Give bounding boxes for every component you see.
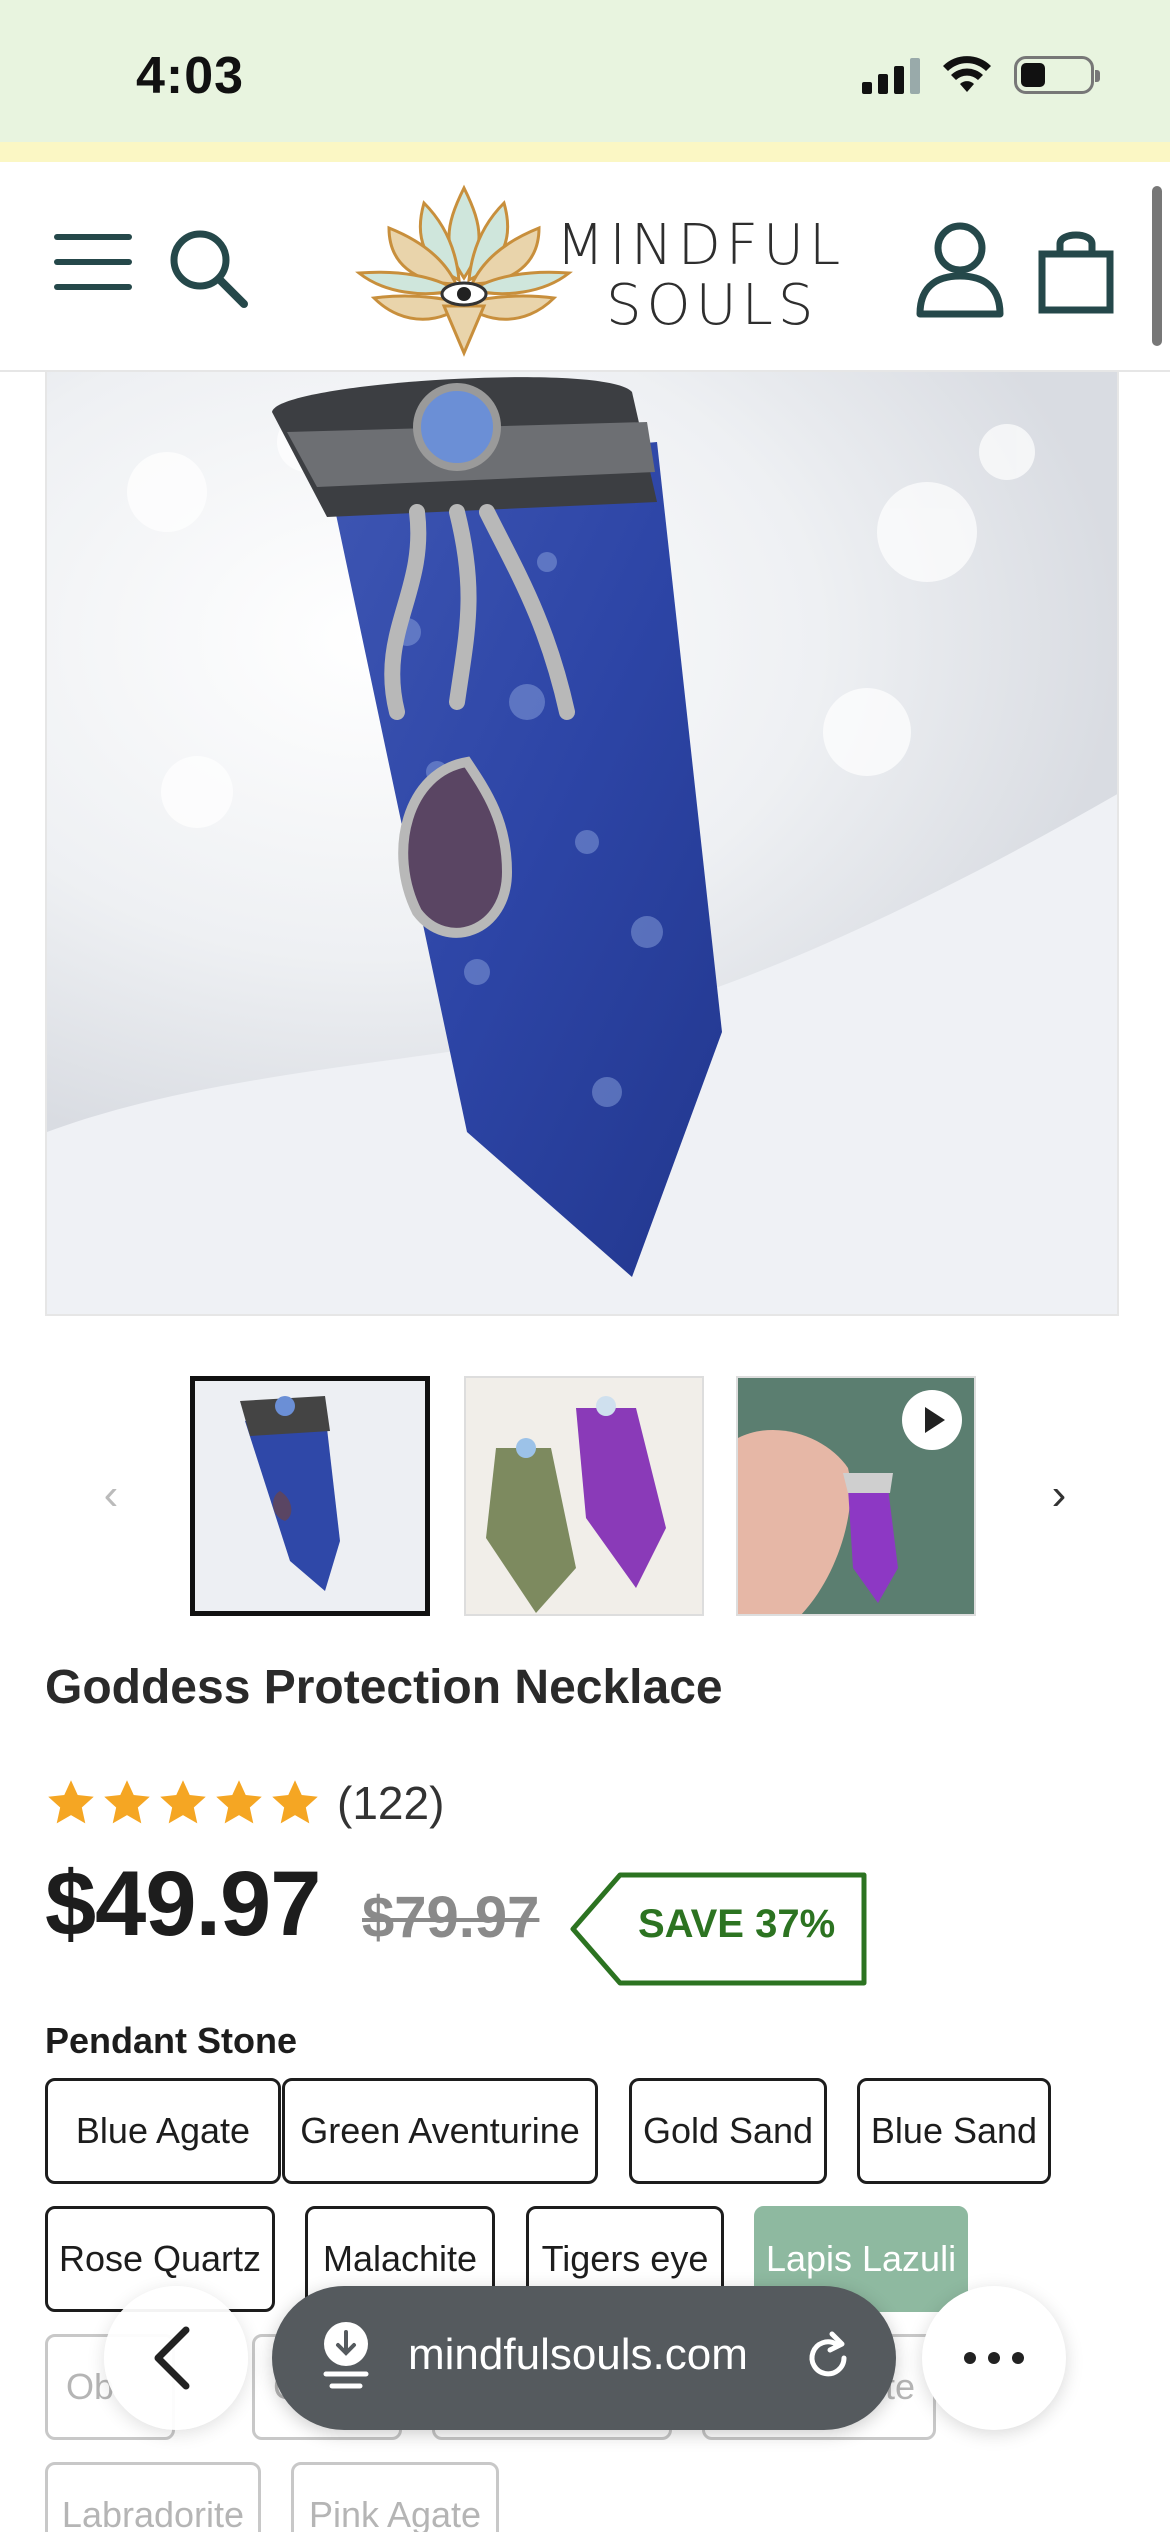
thumbnail-2[interactable] (464, 1376, 704, 1616)
download-icon[interactable] (316, 2318, 376, 2398)
battery-icon (1014, 56, 1100, 94)
lapis-pendant-image (47, 372, 1117, 1314)
status-bar: 4:03 (0, 0, 1170, 142)
brand-line-2: SOULS (606, 273, 819, 338)
status-icons (862, 56, 1100, 94)
wifi-icon (943, 56, 991, 92)
site-logo[interactable]: MINDFUL SOULS (344, 178, 840, 358)
product-main-image[interactable] (45, 372, 1119, 1316)
option-gold-sand[interactable]: Gold Sand (629, 2078, 827, 2184)
url-text[interactable]: mindfulsouls.com (408, 2330, 748, 2380)
product-title: Goddess Protection Necklace (45, 1661, 723, 1714)
address-bar[interactable]: mindfulsouls.com (272, 2286, 896, 2430)
announcement-strip (0, 142, 1170, 162)
account-icon[interactable] (914, 218, 1006, 318)
cellular-signal-icon (862, 56, 920, 94)
option-blue-sand[interactable]: Blue Sand (857, 2078, 1051, 2184)
brand-line-1: MINDFUL (556, 213, 846, 278)
star-icon (216, 1780, 262, 1824)
option-pink-agate[interactable]: Pink Agate (291, 2462, 499, 2532)
product-rating[interactable]: (122) (45, 1776, 444, 1830)
option-blue-agate[interactable]: Blue Agate (45, 2078, 281, 2184)
rating-stars (45, 1777, 321, 1829)
browser-back-button[interactable] (104, 2286, 248, 2430)
compare-price: $79.97 (362, 1885, 540, 1950)
star-icon (104, 1780, 150, 1824)
chevron-left-icon[interactable]: ‹ (86, 1460, 136, 1530)
save-badge-text: SAVE 37% (638, 1902, 836, 1946)
option-label: Pendant Stone (45, 2020, 298, 2061)
thumbnail-1[interactable] (190, 1376, 430, 1616)
more-options-button[interactable] (922, 2286, 1066, 2430)
option-green-aventurine[interactable]: Green Aventurine (282, 2078, 598, 2184)
rating-count[interactable]: (122) (337, 1776, 444, 1830)
cart-icon[interactable] (1036, 226, 1116, 316)
star-icon (272, 1780, 318, 1824)
brand-name: MINDFUL SOULS (556, 216, 845, 336)
more-dots-icon (964, 2352, 1024, 2364)
thumbnail-3-video[interactable] (736, 1376, 976, 1616)
lotus-logo-icon (355, 184, 573, 357)
search-icon[interactable] (166, 226, 250, 310)
status-time: 4:03 (136, 47, 245, 105)
reload-icon[interactable] (798, 2328, 858, 2388)
chevron-left-icon (154, 2326, 190, 2390)
option-labradorite[interactable]: Labradorite (45, 2462, 261, 2532)
play-icon[interactable] (902, 1390, 962, 1450)
menu-icon[interactable] (54, 234, 132, 298)
page-scrollbar[interactable] (1152, 186, 1162, 346)
chevron-right-icon[interactable]: › (1034, 1460, 1084, 1530)
site-header: MINDFUL SOULS (0, 162, 1170, 372)
sale-price: $49.97 (45, 1853, 321, 1955)
star-icon (160, 1780, 206, 1824)
star-icon (48, 1780, 94, 1824)
thumbnail-strip: ‹ › (0, 1370, 1170, 1620)
save-badge: SAVE 37% (570, 1872, 868, 1986)
